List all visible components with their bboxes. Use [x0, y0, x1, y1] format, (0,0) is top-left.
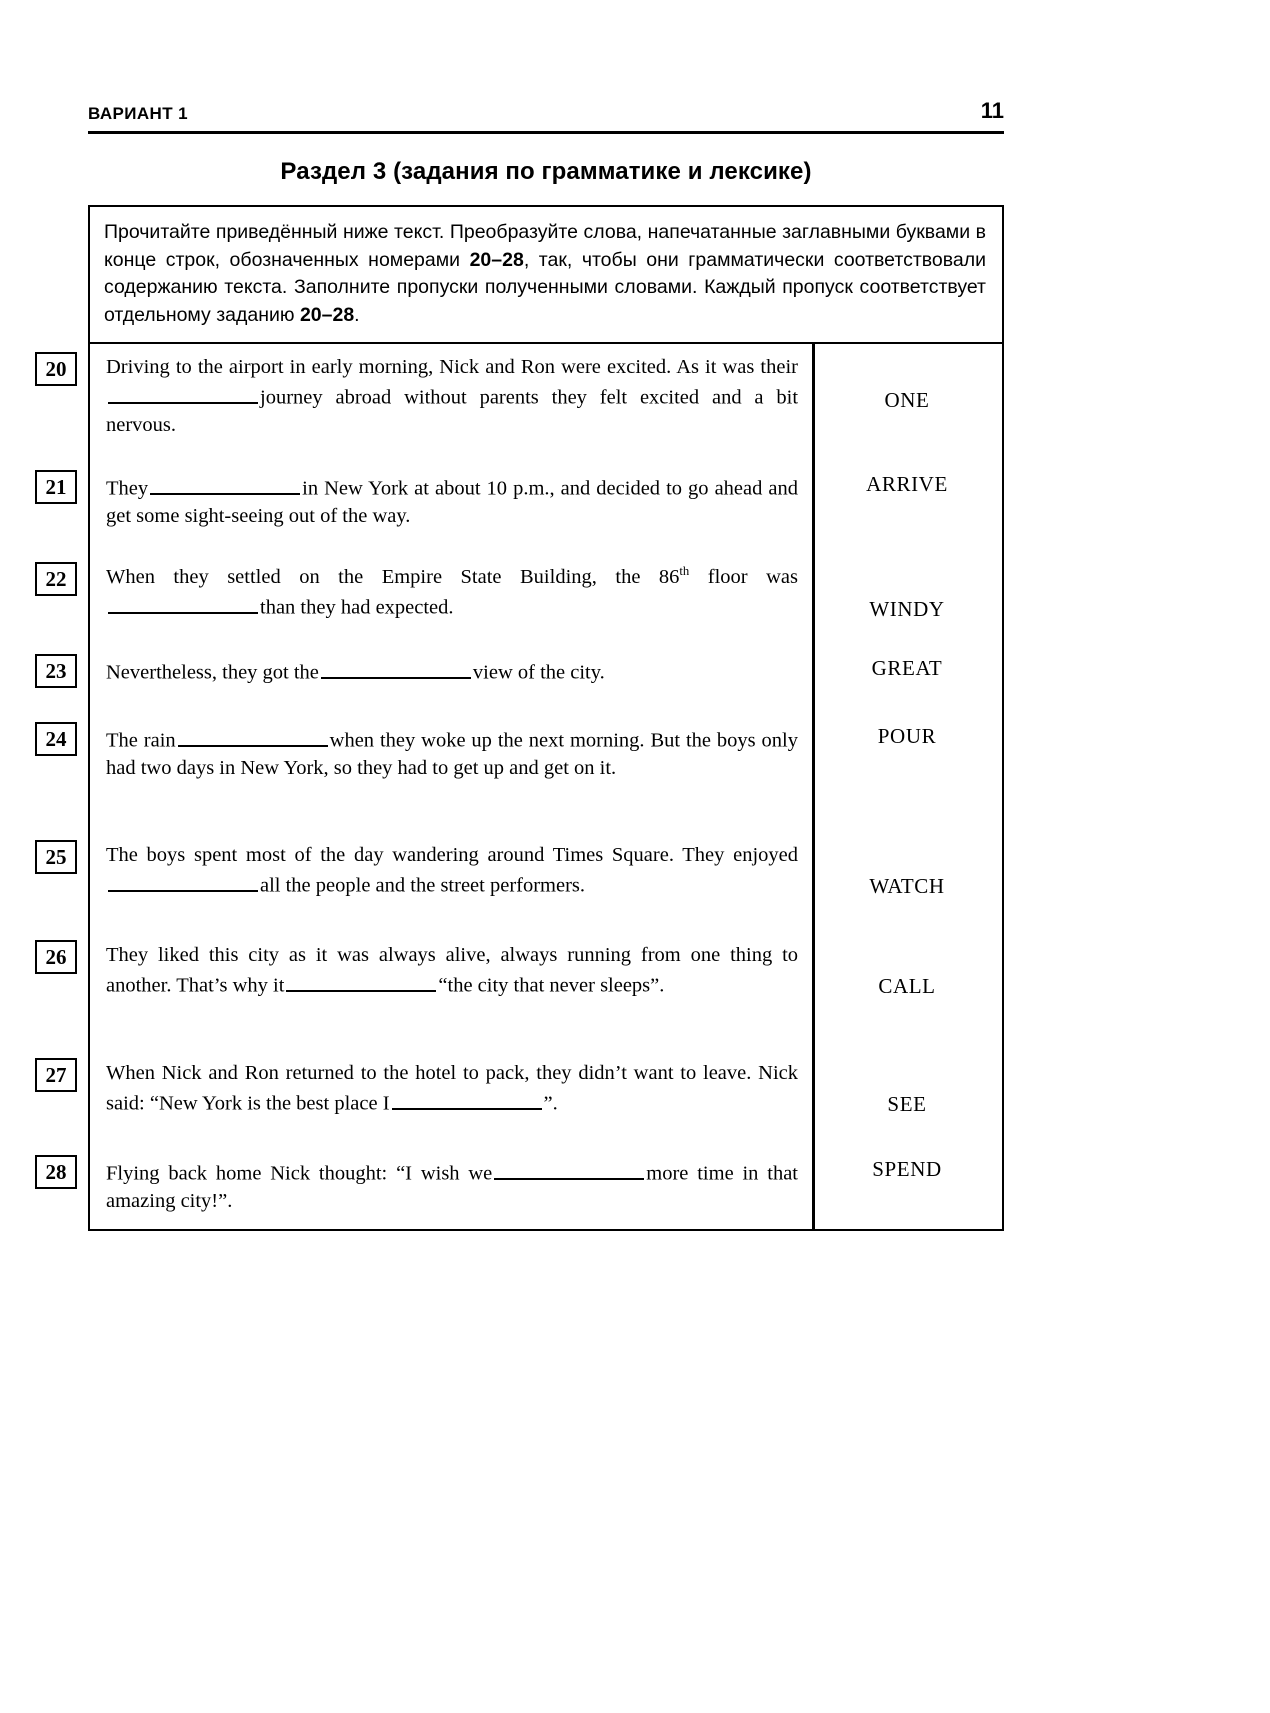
- table-row: 20 Driving to the airport in early morni…: [35, 344, 1002, 462]
- task-sentence: When Nick and Ron returned to the hotel …: [90, 1050, 812, 1128]
- table-row: 23 Nevertheless, they got the view of the…: [35, 646, 1002, 714]
- variant-label: ВАРИАНТ 1: [88, 104, 188, 123]
- sentence-text: Flying back home Nick thought: “I wish w…: [106, 1162, 493, 1185]
- answer-blank[interactable]: [108, 869, 258, 892]
- source-word: SEE: [887, 1092, 927, 1116]
- header-rule: [88, 131, 1004, 134]
- tasks-table: 20 Driving to the airport in early morni…: [35, 342, 1004, 1231]
- answer-blank[interactable]: [108, 381, 258, 404]
- sentence-text: when they woke up the next morning. But: [329, 729, 681, 752]
- sentence-text: all the people and the street performers…: [260, 874, 586, 897]
- instruction-part-3: .: [354, 304, 360, 327]
- section-title: Раздел 3 (задания по грамматике и лексик…: [280, 158, 812, 185]
- sentence-text: in New York at about 10 p.m., and decide…: [302, 477, 683, 500]
- task-number-badge: 24: [35, 722, 77, 756]
- table-row: 25 The boys spent most of the day wander…: [35, 832, 1002, 932]
- sentence-text: They liked this city as it was always al…: [106, 944, 721, 966]
- source-word: SPEND: [872, 1157, 942, 1181]
- sentence-text: As it was their: [676, 356, 799, 378]
- task-sentence: They liked this city as it was always al…: [90, 932, 812, 1010]
- source-word: WINDY: [869, 597, 945, 621]
- sentence-text: get on it.: [543, 756, 617, 779]
- sentence-text: They: [106, 477, 149, 500]
- source-word: CALL: [878, 974, 936, 998]
- answer-blank[interactable]: [108, 591, 258, 614]
- instruction-range-1: 20–28: [469, 248, 524, 271]
- sentence-text: journey abroad without parents they: [260, 386, 587, 409]
- task-number-badge: 28: [35, 1155, 77, 1189]
- tasks-rows: 20 Driving to the airport in early morni…: [35, 344, 1002, 1229]
- answer-blank[interactable]: [286, 969, 437, 992]
- sentence-text: “the city that never: [438, 974, 595, 997]
- answer-blank[interactable]: [391, 1087, 542, 1110]
- task-number-badge: 23: [35, 654, 77, 688]
- task-number-badge: 27: [35, 1058, 77, 1092]
- source-word: POUR: [877, 724, 937, 748]
- source-word: GREAT: [871, 656, 943, 680]
- sentence-text: floor was: [689, 566, 798, 588]
- task-number-badge: 22: [35, 562, 77, 596]
- table-row: 21 They in New York at about 10 p.m., and…: [35, 462, 1002, 554]
- running-head: ВАРИАНТ 1 11: [88, 98, 1004, 124]
- source-word: ARRIVE: [866, 472, 948, 496]
- source-word: ONE: [884, 388, 930, 412]
- task-sentence: When they settled on the Empire State Bu…: [90, 554, 812, 632]
- table-row: 22 When they settled on the Empire State…: [35, 554, 1002, 646]
- sentence-text: The rain: [106, 729, 176, 752]
- answer-blank[interactable]: [494, 1157, 645, 1180]
- sentence-text: Driving to the airport in early morning,…: [106, 356, 672, 378]
- table-row: 26 They liked this city as it was always…: [35, 932, 1002, 1050]
- answer-blank[interactable]: [320, 656, 471, 679]
- sentence-text: ”.: [543, 1092, 558, 1115]
- task-sentence: Driving to the airport in early morning,…: [90, 344, 812, 449]
- tasks-table-border: 20 Driving to the airport in early morni…: [35, 342, 1004, 1231]
- instruction-box: Прочитайте приведённый ниже текст. Преоб…: [88, 205, 1004, 344]
- answer-blank[interactable]: [150, 472, 301, 495]
- task-sentence: Nevertheless, they got the view of the ci…: [90, 646, 812, 697]
- sentence-text: When Nick and Ron returned to the hotel …: [106, 1062, 674, 1084]
- task-sentence: Flying back home Nick thought: “I wish w…: [90, 1147, 812, 1225]
- task-sentence: The rain when they woke up the next morni…: [90, 714, 812, 792]
- source-word: WATCH: [869, 874, 945, 898]
- answer-blank[interactable]: [177, 724, 328, 747]
- task-number-badge: 21: [35, 470, 77, 504]
- sentence-text: Nevertheless, they got the: [106, 661, 319, 684]
- task-number-badge: 20: [35, 352, 77, 386]
- document-page: ВАРИАНТ 1 11 Раздел 3 (задания по грамма…: [0, 0, 1270, 1713]
- table-row: 24 The rain when they woke up the next mo…: [35, 714, 1002, 832]
- sentence-text: enjoyed: [733, 844, 798, 866]
- task-sentence: The boys spent most of the day wandering…: [90, 832, 812, 910]
- sentence-text: The boys spent most of the day wandering…: [106, 844, 725, 866]
- instruction-text: Прочитайте приведённый ниже текст. Преоб…: [104, 219, 986, 330]
- page-number: 11: [980, 98, 1004, 123]
- task-number-badge: 25: [35, 840, 77, 874]
- sentence-text: sleeps”.: [600, 974, 665, 997]
- sentence-text: more: [646, 1162, 689, 1185]
- table-row: 27 When Nick and Ron returned to the hot…: [35, 1050, 1002, 1147]
- sentence-text: than they had expected.: [260, 596, 454, 619]
- task-sentence: They in New York at about 10 p.m., and de…: [90, 462, 812, 540]
- sentence-text: When they settled on the Empire State Bu…: [106, 566, 680, 588]
- ordinal-suffix: th: [679, 564, 690, 579]
- instruction-range-2: 20–28: [299, 304, 355, 327]
- sentence-text: view of the city.: [472, 661, 605, 684]
- table-row: 28 Flying back home Nick thought: “I wis…: [35, 1147, 1002, 1229]
- task-number-badge: 26: [35, 940, 77, 974]
